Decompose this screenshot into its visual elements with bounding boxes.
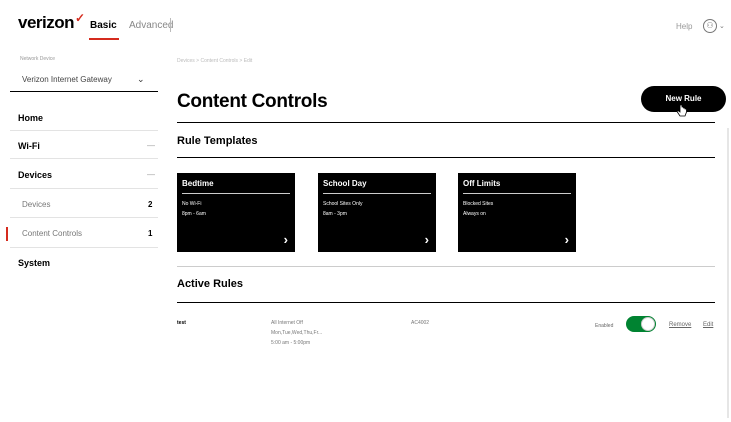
chevron-down-icon: ⌄ <box>137 74 145 84</box>
rule-status-label: Enabled <box>595 323 614 329</box>
template-title: Bedtime <box>182 179 214 188</box>
logo-text: verizon <box>18 13 75 32</box>
devices-count: 2 <box>148 200 153 209</box>
logo-check-icon: ✓ <box>75 11 85 25</box>
scrollbar[interactable] <box>727 128 729 418</box>
toggle-knob <box>641 317 655 331</box>
user-circle-icon[interactable]: ⚇ <box>703 19 717 33</box>
section-divider <box>177 157 715 158</box>
device-select-value: Verizon Internet Gateway <box>22 75 112 84</box>
template-card-off-limits[interactable]: Off Limits Blocked Sites Always on › <box>458 173 576 252</box>
top-navigation-bar: verizon✓ Basic Advanced Help ⚇ ⌄ <box>0 0 731 48</box>
sidebar-item-wifi[interactable]: Wi-Fi <box>18 141 40 151</box>
sidebar-divider <box>10 188 158 189</box>
hand-cursor-icon <box>676 104 687 117</box>
sidebar-item-home[interactable]: Home <box>18 113 43 123</box>
template-detail: No Wi-Fi <box>182 201 202 207</box>
tab-advanced[interactable]: Advanced <box>129 20 173 31</box>
collapse-icon[interactable]: — <box>147 170 155 179</box>
rule-days: Mon,Tue,Wed,Thu,Fr... <box>271 330 323 336</box>
title-divider <box>177 122 715 123</box>
help-link[interactable]: Help <box>676 22 692 31</box>
rule-name: test <box>177 320 186 326</box>
breadcrumb[interactable]: Devices > Content Controls > Edit <box>177 58 252 64</box>
edit-rule-link[interactable]: Edit <box>703 322 713 328</box>
chevron-right-icon: › <box>424 232 429 247</box>
template-detail: School Sites Only <box>323 201 363 207</box>
sidebar-subitem-devices[interactable]: Devices <box>22 200 50 209</box>
card-divider <box>323 193 431 194</box>
template-card-school-day[interactable]: School Day School Sites Only 8am - 3pm › <box>318 173 436 252</box>
rule-time: 5:00 am - 5:00pm <box>271 340 311 346</box>
section-divider <box>177 266 715 267</box>
chevron-down-icon[interactable]: ⌄ <box>719 22 725 30</box>
page-title: Content Controls <box>177 91 328 112</box>
template-card-bedtime[interactable]: Bedtime No Wi-Fi 8pm - 6am › <box>177 173 295 252</box>
card-divider <box>463 193 571 194</box>
active-rules-heading: Active Rules <box>177 278 244 290</box>
sidebar-item-devices[interactable]: Devices <box>18 170 52 180</box>
sidebar-divider <box>10 130 158 131</box>
rule-enabled-toggle[interactable] <box>626 316 656 332</box>
active-item-indicator <box>6 227 8 241</box>
content-controls-count: 1 <box>148 229 153 238</box>
active-tab-indicator <box>89 38 119 40</box>
sidebar-divider <box>10 247 158 248</box>
sidebar-item-system[interactable]: System <box>18 258 50 268</box>
card-divider <box>182 193 290 194</box>
chevron-right-icon: › <box>283 232 288 247</box>
template-schedule: 8pm - 6am <box>182 211 206 217</box>
device-select-label: Network Device <box>20 56 56 62</box>
template-schedule: 8am - 3pm <box>323 211 347 217</box>
sidebar-divider <box>10 158 158 159</box>
template-detail: Blocked Sites <box>463 201 494 207</box>
sidebar-divider <box>10 217 158 218</box>
tab-basic[interactable]: Basic <box>90 20 117 31</box>
collapse-icon[interactable]: — <box>147 141 155 150</box>
rule-action: All Internet Off <box>271 320 303 326</box>
remove-rule-link[interactable]: Remove <box>669 322 691 328</box>
rule-device: AC4002 <box>411 320 430 326</box>
verizon-logo[interactable]: verizon✓ <box>18 11 85 33</box>
chevron-right-icon: › <box>564 232 569 247</box>
sidebar-subitem-content-controls[interactable]: Content Controls <box>22 229 82 238</box>
rule-templates-heading: Rule Templates <box>177 135 258 147</box>
device-select[interactable]: Verizon Internet Gateway ⌄ <box>10 66 158 92</box>
section-divider <box>177 302 715 303</box>
template-title: Off Limits <box>463 179 501 188</box>
template-schedule: Always on <box>463 211 486 217</box>
nav-divider <box>170 18 171 32</box>
template-title: School Day <box>323 179 367 188</box>
